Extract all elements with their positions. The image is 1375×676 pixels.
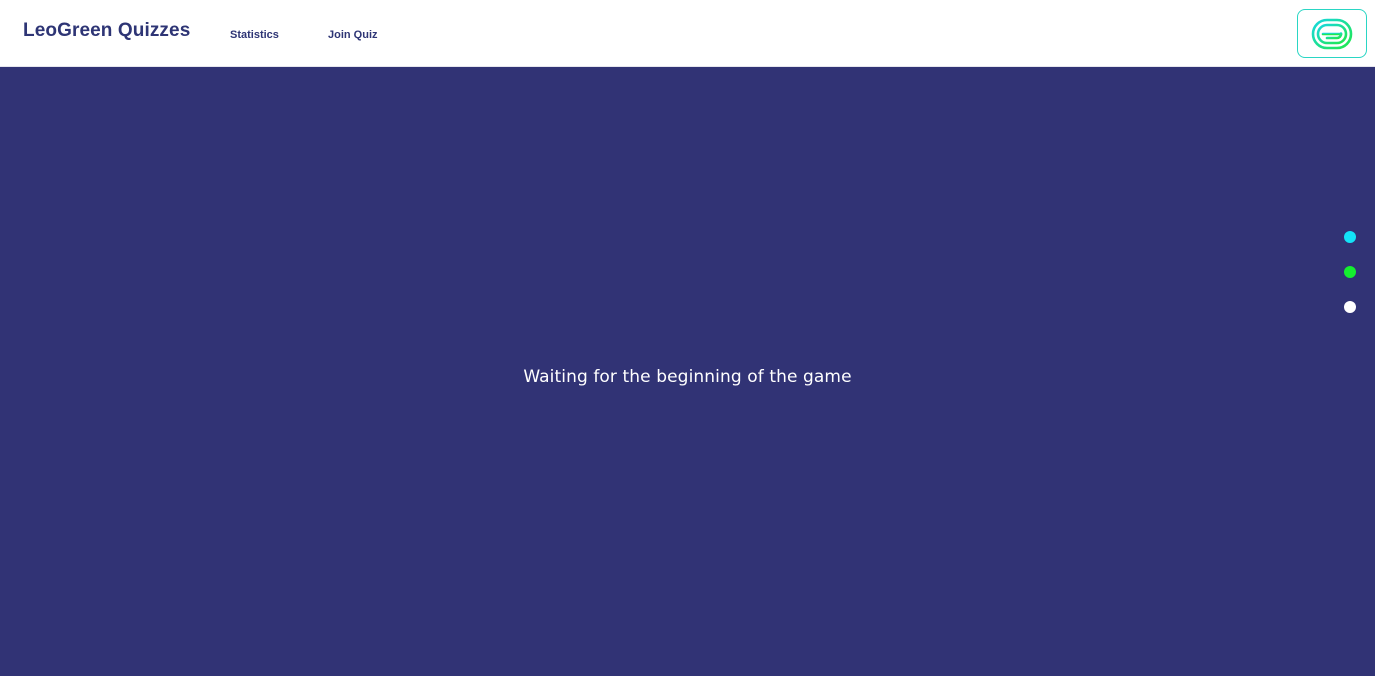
brand-link[interactable]: LeoGreen Quizzes — [23, 20, 190, 42]
theme-dot-green[interactable] — [1344, 266, 1356, 278]
waiting-status-text: Waiting for the beginning of the game — [523, 367, 852, 387]
top-navbar: LeoGreen Quizzes Statistics Join Quiz — [0, 0, 1375, 67]
logo-button[interactable] — [1297, 9, 1367, 58]
nav-link-join-quiz[interactable]: Join Quiz — [328, 29, 378, 41]
theme-dot-white[interactable] — [1344, 301, 1356, 313]
main-area: Waiting for the beginning of the game — [0, 67, 1375, 676]
theme-dots — [1344, 231, 1356, 336]
theme-dot-cyan[interactable] — [1344, 231, 1356, 243]
leogreen-swirl-logo-icon — [1311, 18, 1353, 49]
nav-link-statistics[interactable]: Statistics — [230, 29, 279, 41]
